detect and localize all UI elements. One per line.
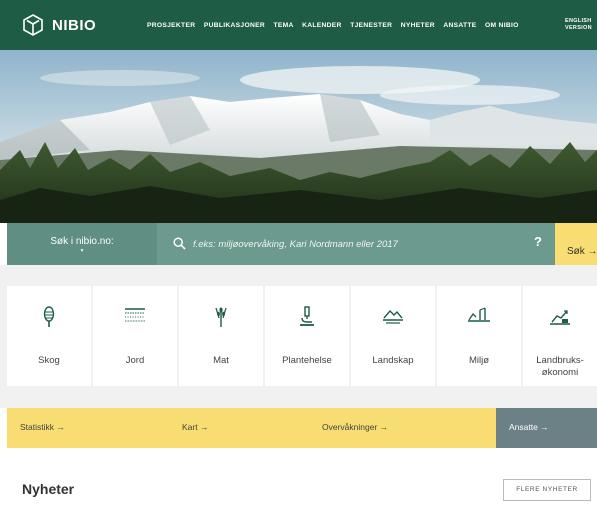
brand-name: NIBIO <box>52 16 97 34</box>
topic-label: Mat <box>213 355 229 366</box>
topic-tile-plantehelse[interactable]: Plantehelse <box>265 286 349 386</box>
caret-down-icon: ▼ <box>79 248 85 254</box>
hero-image <box>0 50 597 223</box>
topic-label: Jord <box>125 355 145 366</box>
nav-item-prosjekter[interactable]: PROSJEKTER <box>147 22 195 29</box>
search-scope-label: Søk i nibio.no: <box>50 236 114 247</box>
quick-link-label: Ansatte → <box>509 422 549 432</box>
english-version-link[interactable]: ENGLISH VERSION <box>565 18 595 32</box>
search-field-area: ? <box>157 223 555 265</box>
quick-link-label: Overvåkninger → <box>322 422 389 432</box>
search-help-button[interactable]: ? <box>534 234 542 249</box>
microscope-icon <box>300 306 314 326</box>
quick-link-label: Kart → <box>182 422 209 432</box>
topic-tile-skog[interactable]: Skog <box>7 286 91 386</box>
nav-item-kalender[interactable]: KALENDER <box>302 22 342 29</box>
topic-label: Landskap <box>372 355 414 366</box>
topic-tile-landbruksokonomi[interactable]: Landbruks-økonomi <box>523 286 597 386</box>
search-submit-button[interactable]: Søk → <box>555 223 597 265</box>
topic-tile-jord[interactable]: Jord <box>93 286 177 386</box>
search-icon <box>173 237 186 250</box>
topic-label: Plantehelse <box>282 355 332 366</box>
quick-link-statistikk[interactable]: Statistikk → <box>7 408 169 448</box>
nav-item-om-nibio[interactable]: OM NIBIO <box>485 22 519 29</box>
nav-item-ansatte[interactable]: ANSATTE <box>443 22 476 29</box>
search-scope-selector[interactable]: Søk i nibio.no: ▼ <box>7 223 157 265</box>
nav-item-nyheter[interactable]: NYHETER <box>401 22 435 29</box>
search-input[interactable] <box>193 234 523 254</box>
more-news-button[interactable]: FLERE NYHETER <box>503 479 591 501</box>
nav-item-tema[interactable]: TEMA <box>273 22 293 29</box>
topic-tile-miljo[interactable]: Miljø <box>437 286 521 386</box>
main-nav: PROSJEKTER PUBLIKASJONER TEMA KALENDER T… <box>147 0 527 50</box>
search-bar: Søk i nibio.no: ▼ ? Søk → <box>0 223 597 265</box>
landscape-icon <box>383 309 403 324</box>
wheat-icon <box>215 307 227 327</box>
topic-tile-mat[interactable]: Mat <box>179 286 263 386</box>
nibio-logo-icon <box>23 14 43 36</box>
topic-label: Landbruks-økonomi <box>536 355 584 378</box>
topic-label: Miljø <box>468 355 490 366</box>
quick-link-overvakninger[interactable]: Overvåkninger → <box>309 408 496 448</box>
nav-item-publikasjoner[interactable]: PUBLIKASJONER <box>204 22 265 29</box>
quick-link-kart[interactable]: Kart → <box>169 408 309 448</box>
site-header: NIBIO PROSJEKTER PUBLIKASJONER TEMA KALE… <box>0 0 597 50</box>
quick-link-label: Statistikk → <box>20 422 65 432</box>
soil-layers-icon <box>125 308 145 322</box>
economy-chart-icon <box>550 310 570 325</box>
news-heading: Nyheter <box>22 481 75 497</box>
nav-item-tjenester[interactable]: TJENESTER <box>350 22 392 29</box>
tree-icon <box>43 306 55 327</box>
topic-tile-landskap[interactable]: Landskap <box>351 286 435 386</box>
environment-icon <box>468 307 490 322</box>
quick-link-ansatte[interactable]: Ansatte → <box>496 408 597 448</box>
topic-label: Skog <box>38 355 60 366</box>
language-line-2: VERSION <box>565 25 592 31</box>
language-line-1: ENGLISH <box>565 18 592 24</box>
nibio-logo[interactable]: NIBIO <box>22 14 96 36</box>
